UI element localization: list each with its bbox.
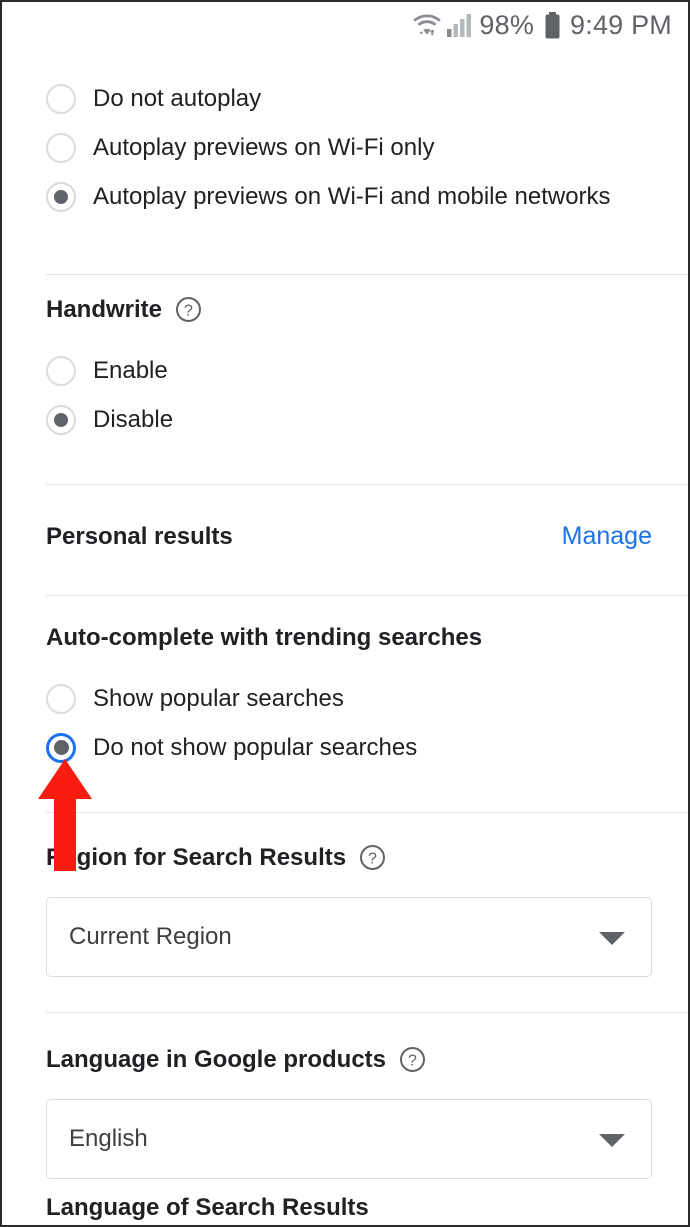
language-results-section: Language of Search Results (2, 1196, 688, 1220)
status-bar: 98% 9:49 PM (2, 2, 688, 48)
do-not-show-popular-searches-label: Do not show popular searches (93, 733, 418, 761)
language-products-title: Language in Google products (46, 1045, 387, 1073)
radio-row-autoplay-wifi-and-mobile[interactable]: Autoplay previews on Wi-Fi and mobile ne… (46, 172, 652, 221)
svg-text:?: ? (408, 1053, 417, 1070)
region-dropdown[interactable]: Current Region (46, 897, 652, 977)
autocomplete-title: Auto-complete with trending searches (46, 624, 483, 651)
radio-row-do-not-show-popular-searches[interactable]: Do not show popular searches (46, 723, 652, 772)
language-products-dropdown-value: English (69, 1125, 148, 1152)
autoplay-options-group: Do not autoplay Autoplay previews on Wi-… (2, 74, 688, 221)
language-results-title: Language of Search Results (46, 1194, 369, 1221)
region-title: Region for Search Results (46, 843, 347, 871)
phone-screen: 98% 9:49 PM Do not autoplay Autoplay pre… (0, 0, 690, 1227)
divider-handwrite (46, 484, 688, 485)
battery-percent-label: 98% (479, 9, 535, 40)
show-popular-searches-radio[interactable] (46, 683, 76, 714)
wifi-icon (412, 12, 442, 38)
show-popular-searches-label: Show popular searches (93, 684, 344, 712)
autocomplete-section: Auto-complete with trending searches (2, 626, 688, 650)
battery-icon (541, 11, 561, 39)
autoplay-wifi-and-mobile-label: Autoplay previews on Wi-Fi and mobile ne… (93, 182, 611, 210)
language-products-dropdown[interactable]: English (46, 1099, 652, 1179)
language-products-section: Language in Google products ? English (2, 1046, 688, 1179)
handwrite-enable-label: Enable (93, 356, 168, 384)
svg-text:?: ? (368, 851, 377, 868)
personal-results-row[interactable]: Personal results Manage (2, 524, 688, 549)
divider-autoplay (46, 274, 688, 275)
radio-row-show-popular-searches[interactable]: Show popular searches (46, 674, 652, 723)
handwrite-enable-radio[interactable] (46, 355, 76, 386)
region-dropdown-value: Current Region (69, 923, 232, 950)
do-not-show-popular-searches-radio[interactable] (46, 732, 76, 763)
personal-results-title: Personal results (46, 522, 233, 550)
manage-personal-results-link[interactable]: Manage (562, 524, 652, 549)
help-circle-icon[interactable]: ? (359, 844, 386, 871)
do-not-autoplay-label: Do not autoplay (93, 84, 262, 112)
cellular-signal-icon (447, 12, 472, 38)
divider-personal-results (46, 595, 688, 596)
handwrite-section: Handwrite ? (2, 296, 688, 323)
autocomplete-options-group: Show popular searches Do not show popula… (2, 674, 688, 772)
radio-row-handwrite-disable[interactable]: Disable (46, 395, 652, 444)
chevron-down-icon[interactable] (599, 1134, 625, 1147)
handwrite-title: Handwrite (46, 295, 163, 323)
divider-region (46, 1012, 688, 1013)
handwrite-disable-label: Disable (93, 405, 174, 433)
handwrite-disable-radio[interactable] (46, 404, 76, 435)
clock-label: 9:49 PM (570, 9, 672, 40)
radio-row-autoplay-wifi-only[interactable]: Autoplay previews on Wi-Fi only (46, 123, 652, 172)
do-not-autoplay-radio[interactable] (46, 83, 76, 114)
handwrite-options-group: Enable Disable (2, 346, 688, 444)
autoplay-wifi-only-label: Autoplay previews on Wi-Fi only (93, 133, 435, 161)
region-section: Region for Search Results ? Current Regi… (2, 844, 688, 977)
divider-autocomplete (46, 812, 688, 813)
help-circle-icon[interactable]: ? (399, 1046, 426, 1073)
language-products-heading: Language in Google products ? (46, 1046, 652, 1073)
region-heading: Region for Search Results ? (46, 844, 652, 871)
radio-row-handwrite-enable[interactable]: Enable (46, 346, 652, 395)
chevron-down-icon[interactable] (599, 932, 625, 945)
settings-content: Do not autoplay Autoplay previews on Wi-… (2, 48, 688, 1225)
radio-row-do-not-autoplay[interactable]: Do not autoplay (46, 74, 652, 123)
svg-text:?: ? (184, 303, 193, 320)
help-circle-icon[interactable]: ? (175, 296, 202, 323)
handwrite-heading: Handwrite ? (46, 296, 652, 323)
autoplay-wifi-only-radio[interactable] (46, 132, 76, 163)
autoplay-wifi-and-mobile-radio[interactable] (46, 181, 76, 212)
